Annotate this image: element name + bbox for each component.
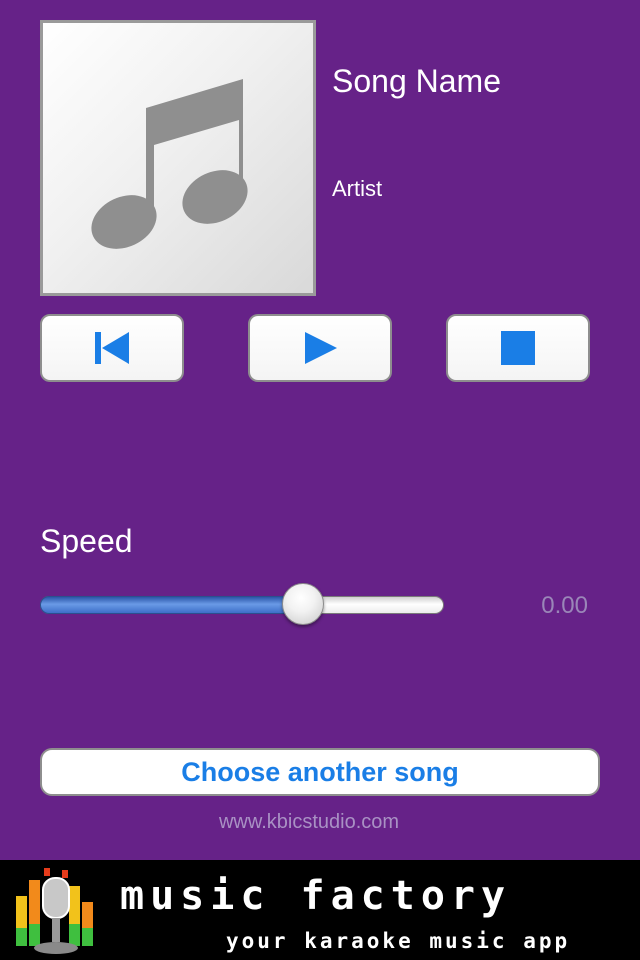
slider-thumb[interactable] <box>281 583 324 625</box>
previous-button[interactable] <box>40 314 184 382</box>
song-name: Song Name <box>332 63 501 99</box>
artist-name: Artist <box>332 176 383 201</box>
play-button[interactable] <box>248 314 392 382</box>
speed-value: 0.00 <box>541 592 588 619</box>
choose-another-song-button[interactable]: Choose another song <box>40 748 600 796</box>
ad-subtitle: your karaoke music app <box>226 929 571 953</box>
album-artwork <box>40 20 316 296</box>
website-link[interactable]: www.kbicstudio.com <box>0 810 618 834</box>
microphone-equalizer-icon <box>16 868 93 954</box>
skip-previous-icon <box>95 332 129 364</box>
speed-label: Speed <box>40 523 133 559</box>
slider-fill <box>40 596 303 614</box>
stop-icon <box>501 331 535 365</box>
music-note-icon <box>91 79 248 249</box>
play-icon <box>305 332 337 364</box>
stop-button[interactable] <box>446 314 590 382</box>
speed-slider[interactable] <box>40 582 444 626</box>
ad-title: music factory <box>120 873 512 919</box>
